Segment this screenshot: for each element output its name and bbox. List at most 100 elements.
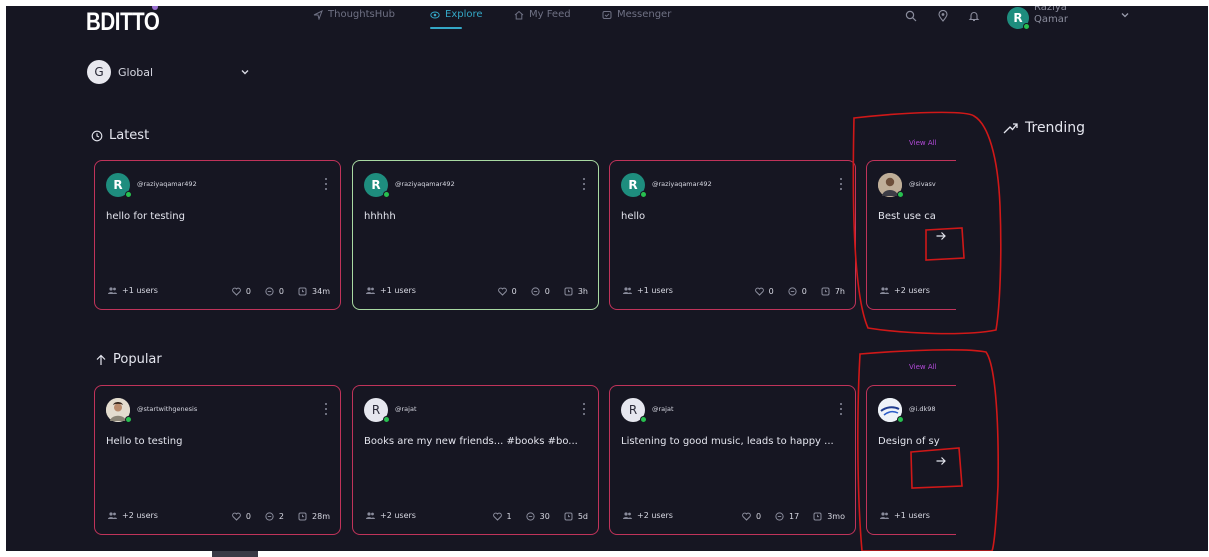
online-indicator [125, 191, 132, 198]
users-count: +2 users [122, 511, 158, 520]
horizontal-scrollbar[interactable] [212, 551, 258, 557]
post-time: 3h [577, 287, 588, 296]
comment-icon[interactable] [265, 512, 274, 521]
post-card-partial[interactable]: @sivasv Best use ca +2 users [866, 160, 956, 310]
nav-messenger[interactable]: Messenger [602, 9, 671, 20]
post-card[interactable]: R @rajat Books are my new friends... #bo… [352, 385, 599, 535]
nav-my-feed[interactable]: My Feed [514, 9, 571, 20]
comment-icon[interactable] [265, 287, 274, 296]
post-card[interactable]: R @rajat Listening to good music, leads … [609, 385, 856, 535]
scope-selector[interactable]: G Global [87, 60, 249, 84]
popular-view-all-link[interactable]: View All [909, 363, 937, 371]
avatar[interactable] [878, 173, 904, 198]
user-name[interactable]: Raziya Qamar [1034, 6, 1068, 26]
post-text: hello for testing [106, 211, 185, 222]
avatar[interactable]: R [621, 173, 647, 198]
post-text: Design of sy [878, 436, 940, 447]
avatar[interactable]: R [106, 173, 132, 198]
heart-icon[interactable] [754, 287, 764, 296]
post-author-handle[interactable]: @raziyaqamar492 [652, 180, 712, 188]
users-icon [623, 512, 632, 519]
post-users[interactable]: +2 users [623, 511, 673, 520]
more-options-icon[interactable] [583, 403, 586, 415]
post-users[interactable]: +2 users [366, 511, 416, 520]
comment-icon[interactable] [788, 287, 797, 296]
post-users[interactable]: +2 users [880, 286, 930, 295]
heart-icon[interactable] [231, 512, 241, 521]
comments-count: 17 [789, 512, 800, 521]
post-card[interactable]: R @raziyaqamar492 hello for testing +1 u… [94, 160, 341, 310]
avatar-initial: R [628, 403, 638, 417]
post-users[interactable]: +1 users [108, 286, 158, 295]
comments-count: 0 [801, 287, 807, 296]
trending-heading[interactable]: Trending [1003, 120, 1085, 136]
online-indicator [640, 416, 647, 423]
post-text: Best use ca [878, 211, 936, 222]
avatar-initial: R [628, 178, 638, 192]
post-author-handle[interactable]: @rajat [395, 405, 417, 413]
more-options-icon[interactable] [325, 403, 328, 415]
post-author-handle[interactable]: @raziyaqamar492 [137, 180, 197, 188]
post-author-handle[interactable]: @rajat [652, 405, 674, 413]
users-icon [623, 287, 632, 294]
comments-count: 2 [278, 512, 285, 521]
avatar[interactable] [878, 398, 904, 423]
avatar[interactable]: R [364, 173, 390, 198]
online-indicator [897, 416, 904, 423]
post-author-handle[interactable]: @i.dk98 [909, 405, 936, 413]
heart-icon[interactable] [497, 287, 507, 296]
post-text: Listening to good music, leads to happy … [621, 436, 834, 447]
more-options-icon[interactable] [325, 178, 328, 190]
post-text: Hello to testing [106, 436, 183, 447]
avatar[interactable]: R [364, 398, 390, 423]
post-card-partial[interactable]: @i.dk98 Design of sy +1 users [866, 385, 956, 535]
avatar-initial: R [371, 178, 381, 192]
comment-icon[interactable] [526, 512, 535, 521]
avatar[interactable]: R [621, 398, 647, 423]
likes-count: 0 [511, 287, 517, 296]
avatar-initial: R [371, 403, 381, 417]
nav-my-feed-label: My Feed [529, 9, 571, 20]
online-indicator [640, 191, 647, 198]
post-users[interactable]: +2 users [108, 511, 158, 520]
avatar[interactable] [106, 398, 132, 423]
trending-up-icon [1003, 123, 1018, 134]
post-author-handle[interactable]: @startwithgenesis [137, 405, 197, 413]
section-popular-title: Popular [95, 352, 162, 367]
latest-view-all-link[interactable]: View All [909, 139, 937, 147]
clock-icon [821, 287, 830, 296]
heart-icon[interactable] [231, 287, 241, 296]
comment-icon[interactable] [775, 512, 784, 521]
post-users[interactable]: +1 users [623, 286, 673, 295]
search-icon[interactable] [905, 10, 917, 22]
logo[interactable]: BDITTO [86, 8, 160, 37]
users-count: +1 users [637, 286, 673, 295]
arrow-right-icon[interactable] [935, 230, 947, 242]
bell-icon[interactable] [968, 10, 980, 22]
location-icon[interactable] [937, 10, 949, 22]
home-icon [514, 10, 524, 19]
more-options-icon[interactable] [840, 403, 843, 415]
nav-thoughtshub[interactable]: ThoughtsHub [313, 9, 395, 20]
heart-icon[interactable] [742, 512, 751, 521]
more-options-icon[interactable] [583, 178, 586, 190]
send-icon [313, 9, 323, 20]
post-users[interactable]: +1 users [366, 286, 416, 295]
clock-icon [564, 512, 573, 521]
more-options-icon[interactable] [840, 178, 843, 190]
post-card[interactable]: @startwithgenesis Hello to testing +2 us… [94, 385, 341, 535]
chevron-down-icon[interactable] [240, 67, 250, 77]
comment-icon[interactable] [531, 287, 540, 296]
arrow-right-icon[interactable] [935, 455, 947, 467]
post-card[interactable]: R @raziyaqamar492 hello +1 users 0 0 7h [609, 160, 856, 310]
users-count: +1 users [894, 511, 930, 520]
heart-icon[interactable] [492, 512, 502, 521]
chevron-down-icon[interactable] [1120, 10, 1130, 20]
post-users[interactable]: +1 users [880, 511, 930, 520]
post-text: Books are my new friends... #books #bo..… [364, 436, 578, 447]
post-author-handle[interactable]: @sivasv [909, 180, 936, 188]
post-card[interactable]: R @raziyaqamar492 hhhhh +1 users 0 0 3h [352, 160, 599, 310]
nav-explore[interactable]: Explore [430, 9, 483, 20]
post-author-handle[interactable]: @raziyaqamar492 [395, 180, 455, 188]
nav-messenger-label: Messenger [617, 9, 672, 20]
